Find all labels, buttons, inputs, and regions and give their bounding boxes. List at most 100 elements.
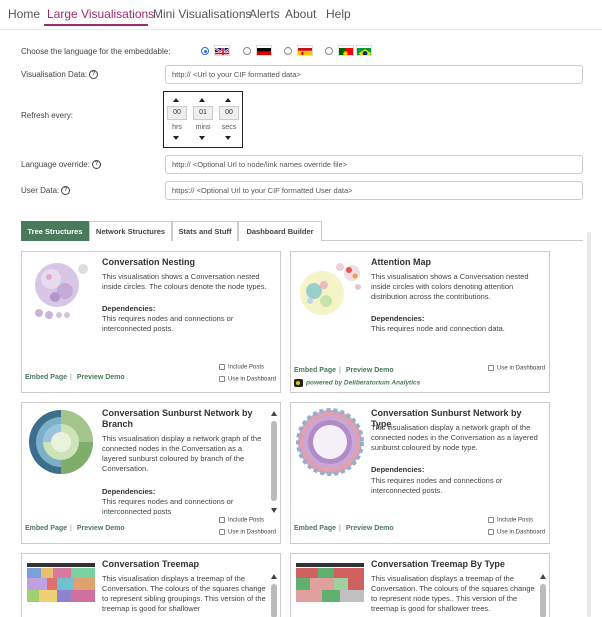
hrs-value[interactable]: 00 [167, 106, 187, 120]
card-dependencies: This requires nodes and connections or i… [102, 314, 234, 333]
card-dependencies: This requires node and connection data. [371, 324, 505, 333]
treemap-thumbnail [27, 559, 95, 617]
card-scrollbar[interactable] [270, 411, 278, 516]
scroll-thumb[interactable] [271, 584, 277, 617]
card-description: This visualisation shows a Conversation … [102, 272, 267, 291]
page-link[interactable]: Page [50, 525, 67, 532]
include-posts-checkbox[interactable]: Include Posts [219, 517, 264, 524]
mins-value[interactable]: 01 [193, 106, 213, 120]
refresh-stepper: 00 hrs 01 mins 00 secs [163, 91, 243, 148]
demo-link[interactable]: Demo [105, 525, 124, 532]
card-treemap-type: Conversation Treemap By Type This visual… [290, 553, 550, 617]
demo-link[interactable]: Demo [374, 367, 393, 374]
card-links: Embed Page | Preview Demo [294, 367, 394, 374]
preview-link[interactable]: Preview [77, 525, 103, 532]
br-flag-icon[interactable] [356, 45, 372, 56]
preview-link[interactable]: Preview [77, 374, 103, 381]
pt-flag-icon[interactable] [338, 45, 354, 56]
card-description: This visualisation display a network gra… [102, 434, 262, 473]
secs-value[interactable]: 00 [219, 106, 239, 120]
de-flag-icon[interactable] [256, 45, 272, 56]
preview-link[interactable]: Preview [346, 367, 372, 374]
nav-large-visualisations[interactable]: Large Visualisations [47, 7, 154, 21]
card-dependencies-heading: Dependencies: [371, 465, 425, 474]
lang-radio-pt[interactable] [325, 47, 333, 55]
nav-home[interactable]: Home [8, 7, 40, 21]
scroll-down-arrow-icon[interactable] [271, 508, 277, 513]
card-title: Attention Map [371, 257, 431, 267]
secs-column: 00 secs [218, 92, 240, 147]
embed-link[interactable]: Embed [294, 525, 317, 532]
hrs-up-arrow-icon[interactable] [173, 98, 179, 102]
attention-map-thumbnail [296, 257, 364, 325]
include-posts-checkbox[interactable]: Include Posts [488, 517, 533, 524]
demo-link[interactable]: Demo [105, 374, 124, 381]
user-data-input[interactable]: https:// <Optional Url to your CIF forma… [165, 181, 583, 200]
scroll-up-arrow-icon[interactable] [271, 574, 277, 579]
card-title: Conversation Nesting [102, 257, 196, 267]
use-in-dashboard-checkbox[interactable]: Use in Dashboard [488, 529, 545, 536]
lang-radio-es[interactable] [284, 47, 292, 55]
card-scrollbar[interactable] [270, 574, 278, 617]
nav-alerts[interactable]: Alerts [249, 7, 280, 21]
embed-link[interactable]: Embed [25, 374, 48, 381]
card-dependencies-heading: Dependencies: [102, 304, 156, 313]
tab-dashboard-builder[interactable]: Dashboard Builder [238, 221, 322, 241]
use-in-dashboard-checkbox[interactable]: Use in Dashboard [219, 376, 276, 383]
secs-down-arrow-icon[interactable] [225, 136, 231, 140]
embed-link[interactable]: Embed [25, 525, 48, 532]
secs-up-arrow-icon[interactable] [225, 98, 231, 102]
tab-tree-structures[interactable]: Tree Structures [21, 221, 89, 241]
powered-by: powered by Deliberatorium Analytics [294, 379, 420, 387]
mins-down-arrow-icon[interactable] [199, 136, 205, 140]
card-title: Conversation Sunburst Network by Branch [102, 408, 253, 429]
hrs-down-arrow-icon[interactable] [173, 136, 179, 140]
hrs-unit: hrs [172, 124, 182, 131]
page-link[interactable]: Page [319, 367, 336, 374]
page-scrollbar[interactable] [583, 232, 595, 617]
lang-radio-de[interactable] [243, 47, 251, 55]
treemap-type-thumbnail [296, 559, 364, 617]
scroll-up-arrow-icon[interactable] [271, 411, 277, 416]
vis-data-label: Visualisation Data:? [21, 70, 99, 80]
card-attention-map: Attention Map This visualisation shows a… [290, 251, 550, 393]
nav-help[interactable]: Help [326, 7, 351, 21]
card-links: Embed Page | Preview Demo [25, 374, 125, 381]
vis-data-input[interactable]: http:// <Url to your CIF formatted data> [165, 65, 583, 84]
include-posts-checkbox[interactable]: Include Posts [219, 364, 264, 371]
nav-mini-visualisations[interactable]: Mini Visualisations [153, 7, 252, 21]
tab-stats-and-stuff[interactable]: Stats and Stuff [172, 221, 238, 241]
scroll-up-arrow-icon[interactable] [540, 574, 546, 579]
demo-link[interactable]: Demo [374, 525, 393, 532]
card-dependencies: This requires nodes and connections or i… [102, 497, 234, 515]
lang-radio-uk[interactable] [201, 47, 209, 55]
help-icon[interactable]: ? [89, 70, 99, 80]
preview-link[interactable]: Preview [346, 525, 372, 532]
card-treemap: Conversation Treemap This visualisation … [21, 553, 281, 617]
nav-about[interactable]: About [285, 7, 316, 21]
page-link[interactable]: Page [319, 525, 336, 532]
scroll-thumb[interactable] [271, 421, 277, 501]
card-description: This visualisation shows a Conversation … [371, 272, 529, 301]
embed-link[interactable]: Embed [294, 367, 317, 374]
es-flag-icon[interactable] [297, 45, 313, 56]
hrs-column: 00 hrs [166, 92, 188, 147]
use-in-dashboard-checkbox[interactable]: Use in Dashboard [219, 529, 276, 536]
tab-network-structures[interactable]: Network Structures [89, 221, 172, 241]
lang-override-input[interactable]: http:// <Optional Url to node/link names… [165, 155, 583, 174]
sunburst-type-thumbnail [296, 408, 364, 476]
card-title: Conversation Treemap By Type [371, 559, 505, 569]
scroll-thumb[interactable] [540, 584, 546, 617]
use-in-dashboard-checkbox[interactable]: Use in Dashboard [488, 365, 545, 372]
page-scroll-track[interactable] [587, 232, 591, 617]
user-data-label: User Data:? [21, 186, 71, 196]
uk-flag-icon[interactable] [214, 45, 230, 56]
help-icon[interactable]: ? [91, 160, 101, 170]
help-icon[interactable]: ? [61, 186, 71, 196]
page-link[interactable]: Page [50, 374, 67, 381]
card-scrollbar[interactable] [539, 574, 547, 617]
card-links: Embed Page | Preview Demo [294, 525, 394, 532]
mins-up-arrow-icon[interactable] [199, 98, 205, 102]
card-description: This visualisation display a network gra… [371, 423, 538, 452]
card-dependencies-heading: Dependencies: [102, 487, 156, 496]
